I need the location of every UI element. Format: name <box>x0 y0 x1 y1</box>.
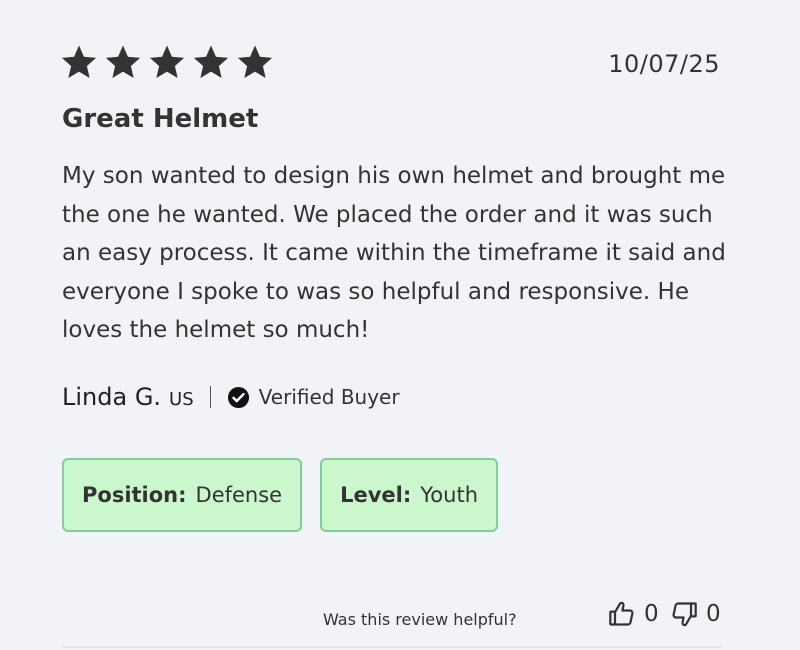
star-icon <box>105 45 141 78</box>
tag-value: Youth <box>420 483 479 507</box>
bottom-divider <box>62 646 722 648</box>
reviewer-info: Linda G. US Verified Buyer <box>62 380 400 414</box>
star-icon <box>193 45 229 78</box>
helpful-question: Was this review helpful? <box>323 610 517 629</box>
thumbs-up-button[interactable]: 0 <box>608 600 659 628</box>
tag-key: Level: <box>340 483 412 507</box>
divider <box>209 386 211 408</box>
thumbs-up-icon <box>609 601 634 626</box>
tag-position: Position: Defense <box>62 458 303 532</box>
helpful-no-count: 0 <box>706 601 721 627</box>
verified-check-icon <box>227 386 249 408</box>
star-icon <box>61 45 97 78</box>
star-icon <box>149 45 185 78</box>
review-date: 10/07/25 <box>608 50 720 78</box>
reviewer-name: Linda G. <box>62 383 162 411</box>
review-tags: Position: Defense Level: Youth <box>62 458 499 532</box>
star-icon <box>237 45 273 78</box>
review-card: 10/07/25 Great Helmet My son wanted to d… <box>0 0 800 650</box>
helpful-yes-count: 0 <box>644 601 659 627</box>
tag-key: Position: <box>82 483 187 507</box>
thumbs-down-button[interactable]: 0 <box>670 600 721 628</box>
tag-level: Level: Youth <box>320 458 499 532</box>
thumbs-down-icon <box>672 602 697 627</box>
tag-value: Defense <box>195 483 283 507</box>
star-rating <box>60 43 274 81</box>
review-title: Great Helmet <box>62 104 259 134</box>
review-body: My son wanted to design his own helmet a… <box>62 163 726 343</box>
reviewer-country: US <box>169 388 194 410</box>
verified-buyer-label: Verified Buyer <box>258 385 400 409</box>
